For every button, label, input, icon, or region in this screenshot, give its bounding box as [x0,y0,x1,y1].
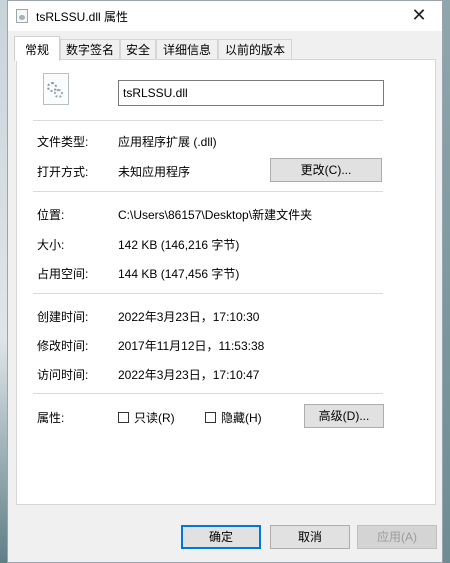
gear-small-icon [54,89,63,98]
modified-label: 修改时间: [37,339,89,353]
attributes-label: 属性: [37,411,65,425]
accessed-label: 访问时间: [37,368,89,382]
divider [33,191,383,192]
created-value: 2022年3月23日，17:10:30 [118,310,260,324]
divider [33,393,383,394]
divider [33,293,383,294]
properties-dialog: tsRLSSU.dll 属性 ✕ 常规 数字签名 安全 详细信息 以前的版本 t… [7,0,443,563]
tab-security[interactable]: 安全 [120,39,156,60]
readonly-label[interactable]: 只读(R) [134,409,175,426]
title-bar[interactable]: tsRLSSU.dll 属性 ✕ [8,1,442,31]
apply-button[interactable]: 应用(A) [357,525,437,549]
tab-general[interactable]: 常规 [14,36,60,61]
dll-file-large-icon [43,73,69,105]
cancel-button[interactable]: 取消 [270,525,350,549]
tab-previous-versions[interactable]: 以前的版本 [218,39,292,60]
location-label: 位置: [37,208,65,222]
hidden-checkbox[interactable] [205,412,216,423]
opens-with-label: 打开方式: [37,165,89,179]
advanced-button[interactable]: 高级(D)... [304,404,384,428]
dll-file-icon [16,9,28,23]
readonly-checkbox[interactable] [118,412,129,423]
general-tab-panel: tsRLSSU.dll 文件类型: 应用程序扩展 (.dll) 打开方式: 未知… [16,59,436,505]
change-button[interactable]: 更改(C)... [270,158,382,182]
opens-with-value: 未知应用程序 [118,165,191,179]
file-type-value: 应用程序扩展 (.dll) [118,135,217,149]
created-label: 创建时间: [37,310,89,324]
tab-details[interactable]: 详细信息 [156,39,218,60]
size-value: 142 KB (146,216 字节) [118,238,240,252]
tab-digital-signatures[interactable]: 数字签名 [60,39,120,60]
desktop-background-left [0,0,7,563]
size-label: 大小: [37,238,65,252]
hidden-label[interactable]: 隐藏(H) [221,409,262,426]
ok-button[interactable]: 确定 [181,525,261,549]
filename-input[interactable]: tsRLSSU.dll [118,80,384,106]
accessed-value: 2022年3月23日，17:10:47 [118,368,260,382]
desktop-background-right [443,0,450,563]
file-type-label: 文件类型: [37,135,89,149]
close-button[interactable]: ✕ [396,1,442,31]
disk-size-label: 占用空间: [37,267,89,281]
disk-size-value: 144 KB (147,456 字节) [118,267,240,281]
location-value: C:\Users\86157\Desktop\新建文件夹 [118,208,313,222]
divider [33,120,383,121]
modified-value: 2017年11月12日，11:53:38 [118,339,265,353]
window-title: tsRLSSU.dll 属性 [36,10,129,24]
